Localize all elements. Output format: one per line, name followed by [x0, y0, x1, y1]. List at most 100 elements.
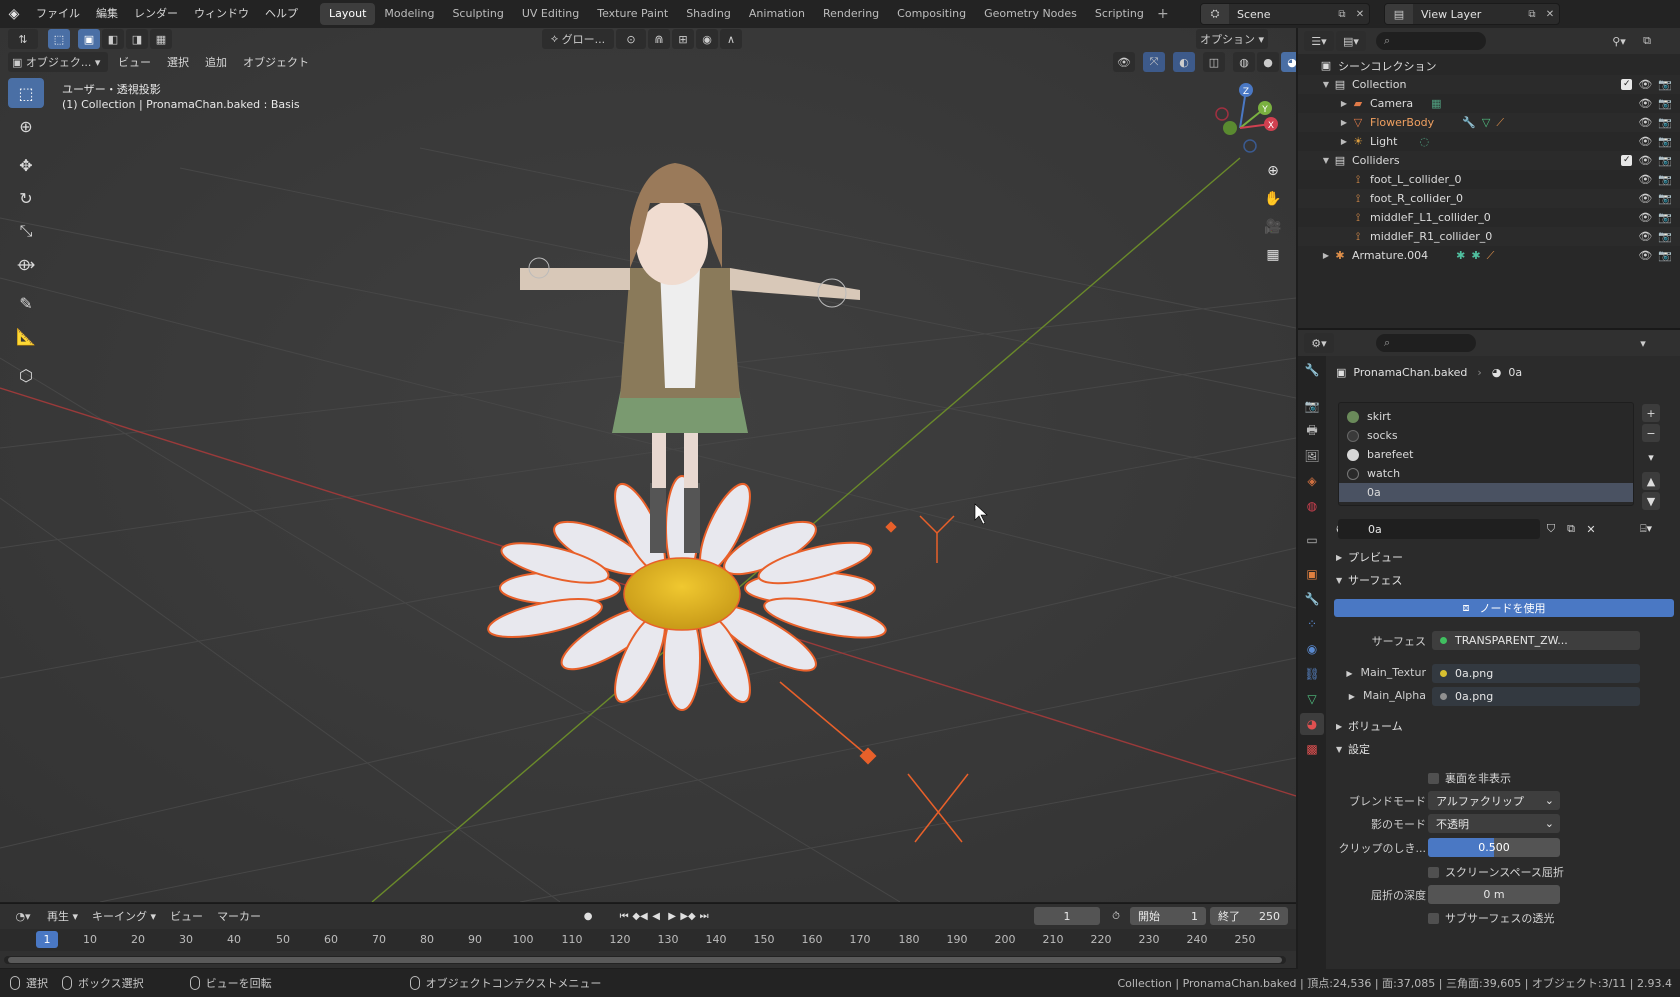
select-intersect-icon[interactable]: ▦ — [150, 29, 172, 49]
tab-texture-paint[interactable]: Texture Paint — [588, 3, 677, 25]
proportional-edit-icon[interactable]: ◉ — [696, 29, 718, 49]
material-slot-0a[interactable]: 0a — [1339, 483, 1633, 502]
pose-icon[interactable]: ✱ — [1456, 249, 1465, 262]
select-subtract-icon[interactable]: ◨ — [126, 29, 148, 49]
delete-scene-icon[interactable]: ✕ — [1351, 5, 1369, 23]
eye-icon[interactable]: 👁 — [1638, 192, 1652, 205]
exclude-checkbox[interactable]: ✓ — [1621, 79, 1633, 90]
falloff-icon[interactable]: ∧ — [720, 29, 742, 49]
modifier-icon[interactable]: 🔧 — [1462, 116, 1476, 129]
outliner-row-colliders[interactable]: ▼ ▤ Colliders ✓ 👁 📷 — [1298, 151, 1680, 170]
next-keyframe-icon[interactable]: ▶◆ — [680, 908, 696, 924]
unlink-material-icon[interactable]: ✕ — [1582, 520, 1600, 538]
tab-rendering[interactable]: Rendering — [814, 3, 888, 25]
fake-user-icon[interactable]: ⛉ — [1542, 520, 1560, 538]
perspective-toggle-icon[interactable]: ▦ — [1260, 242, 1286, 268]
solid-shading-icon[interactable]: ● — [1257, 52, 1279, 72]
jump-end-icon[interactable]: ⏭ — [696, 908, 712, 924]
eye-icon[interactable]: 👁 — [1638, 78, 1652, 91]
outliner-row-collection[interactable]: ▼ ▤ Collection ✓ 👁 📷 — [1298, 75, 1680, 94]
mode-dropdown[interactable]: ▣ オブジェク... ▾ — [8, 52, 108, 72]
play-reverse-icon[interactable]: ◀ — [648, 908, 664, 924]
menu-window[interactable]: ウィンドウ — [186, 0, 257, 28]
eye-icon[interactable]: 👁 — [1638, 116, 1652, 129]
blender-logo-icon[interactable]: ◈ — [0, 0, 28, 28]
tab-geometry-nodes[interactable]: Geometry Nodes — [975, 3, 1086, 25]
view-layer-tab-icon[interactable]: 🖼 — [1300, 445, 1324, 467]
menu-timeline-view[interactable]: ビュー — [163, 908, 210, 924]
view-layer-selector[interactable]: ▤ View Layer ⧉ ✕ — [1384, 3, 1560, 25]
properties-search-input[interactable]: ⌕ — [1376, 334, 1476, 352]
options-dropdown[interactable]: オプション ▾ — [1196, 29, 1268, 49]
modifier-tab-icon[interactable]: 🔧 — [1300, 588, 1324, 610]
move-slot-down-icon[interactable]: ▼ — [1642, 492, 1660, 510]
select-new-icon[interactable]: ▣ — [78, 29, 100, 49]
material-slot-skirt[interactable]: skirt — [1339, 407, 1633, 426]
camera-icon[interactable]: 📷 — [1658, 78, 1672, 91]
menu-view[interactable]: ビュー — [110, 54, 159, 70]
scene-selector[interactable]: ⛭ Scene ⧉ ✕ — [1200, 3, 1370, 25]
tab-scripting[interactable]: Scripting — [1086, 3, 1153, 25]
expand-arrow-icon[interactable]: ▼ — [1320, 80, 1332, 89]
jump-start-icon[interactable]: ⏮ — [616, 908, 632, 924]
record-icon[interactable]: ● — [580, 908, 596, 924]
properties-editor-icon[interactable]: ⚙▾ — [1304, 333, 1334, 353]
outliner-editor-icon[interactable]: ☰▾ — [1304, 31, 1334, 51]
snap-icon[interactable]: ⋒ — [648, 29, 670, 49]
slot-specials-icon[interactable]: ▾ — [1642, 448, 1660, 466]
volume-panel-header[interactable]: ▶ ボリューム — [1336, 716, 1403, 736]
camera-icon[interactable]: 📷 — [1658, 116, 1672, 129]
subsurface-translucency-checkbox[interactable]: サブサーフェスの透光 — [1428, 910, 1554, 926]
rotate-tool-icon[interactable]: ↻ — [8, 183, 44, 213]
material-slot-watch[interactable]: watch — [1339, 464, 1633, 483]
checkbox-box[interactable] — [1428, 866, 1439, 878]
cursor-tool-icon[interactable]: ⊕ — [8, 111, 44, 141]
material-slot-socks[interactable]: socks — [1339, 426, 1633, 445]
move-tool-icon[interactable]: ✥ — [8, 150, 44, 180]
mesh-data-icon[interactable]: ▽ — [1482, 116, 1490, 129]
expand-arrow-icon[interactable]: ▼ — [1320, 156, 1332, 165]
active-tool-icon[interactable]: ⬚ — [48, 29, 70, 49]
zoom-icon[interactable]: ⊕ — [1260, 158, 1286, 184]
snap-target-icon[interactable]: ⊞ — [672, 29, 694, 49]
menu-playback[interactable]: 再生 ▾ — [40, 908, 85, 924]
screen-space-refraction-checkbox[interactable]: スクリーンスペース屈折 — [1428, 864, 1564, 880]
camera-icon[interactable]: 📷 — [1658, 173, 1672, 186]
exclude-checkbox[interactable]: ✓ — [1621, 155, 1633, 166]
move-slot-up-icon[interactable]: ▲ — [1642, 472, 1660, 490]
blend-mode-dropdown[interactable]: アルファクリップ ⌄ — [1428, 791, 1560, 810]
timeline-ruler[interactable]: 1 10 20 30 40 50 60 70 80 90 100 110 120… — [0, 929, 1296, 951]
camera-icon[interactable]: 📷 — [1658, 192, 1672, 205]
eye-icon[interactable]: 👁 — [1638, 173, 1652, 186]
eye-icon[interactable]: 👁 — [1638, 154, 1652, 167]
prev-keyframe-icon[interactable]: ◆◀ — [632, 908, 648, 924]
data-tab-icon[interactable]: ▽ — [1300, 688, 1324, 710]
outliner-row-scene-collection[interactable]: ▣ シーンコレクション — [1298, 56, 1680, 75]
tab-layout[interactable]: Layout — [320, 3, 376, 25]
transform-tool-icon[interactable]: ⟴ — [8, 249, 44, 279]
tab-modeling[interactable]: Modeling — [375, 3, 443, 25]
material-shading-icon[interactable]: ◕ — [1281, 52, 1296, 72]
editor-type-icon[interactable]: ⇅ — [8, 29, 38, 49]
expand-arrow-icon[interactable]: ▶ — [1338, 118, 1350, 127]
remove-slot-icon[interactable]: − — [1642, 424, 1660, 442]
view-layer-name[interactable]: View Layer — [1413, 8, 1523, 21]
checkbox-box[interactable] — [1428, 772, 1439, 784]
settings-panel-header[interactable]: ▼ 設定 — [1336, 739, 1370, 759]
camera-icon[interactable]: 📷 — [1658, 97, 1672, 110]
tab-shading[interactable]: Shading — [677, 3, 740, 25]
camera-icon[interactable]: 📷 — [1658, 211, 1672, 224]
new-collection-icon[interactable]: ⧉ — [1636, 31, 1658, 51]
add-cube-tool-icon[interactable]: ⬡ — [8, 360, 44, 390]
constraints-tab-icon[interactable]: ⛓ — [1300, 663, 1324, 685]
surface-shader-field[interactable]: TRANSPARENT_ZW... — [1432, 631, 1640, 650]
pan-hand-icon[interactable]: ✋ — [1260, 186, 1286, 212]
eye-icon[interactable]: 👁 — [1638, 211, 1652, 224]
measure-tool-icon[interactable]: 📐 — [8, 321, 44, 351]
tab-animation[interactable]: Animation — [740, 3, 814, 25]
clip-threshold-slider[interactable]: 0.500 — [1428, 838, 1560, 857]
visibility-icon[interactable]: 👁 — [1113, 52, 1135, 72]
wireframe-shading-icon[interactable]: ◍ — [1233, 52, 1255, 72]
main-alpha-label[interactable]: ▶ Main_Alpha — [1338, 689, 1426, 702]
scene-name[interactable]: Scene — [1229, 8, 1333, 21]
